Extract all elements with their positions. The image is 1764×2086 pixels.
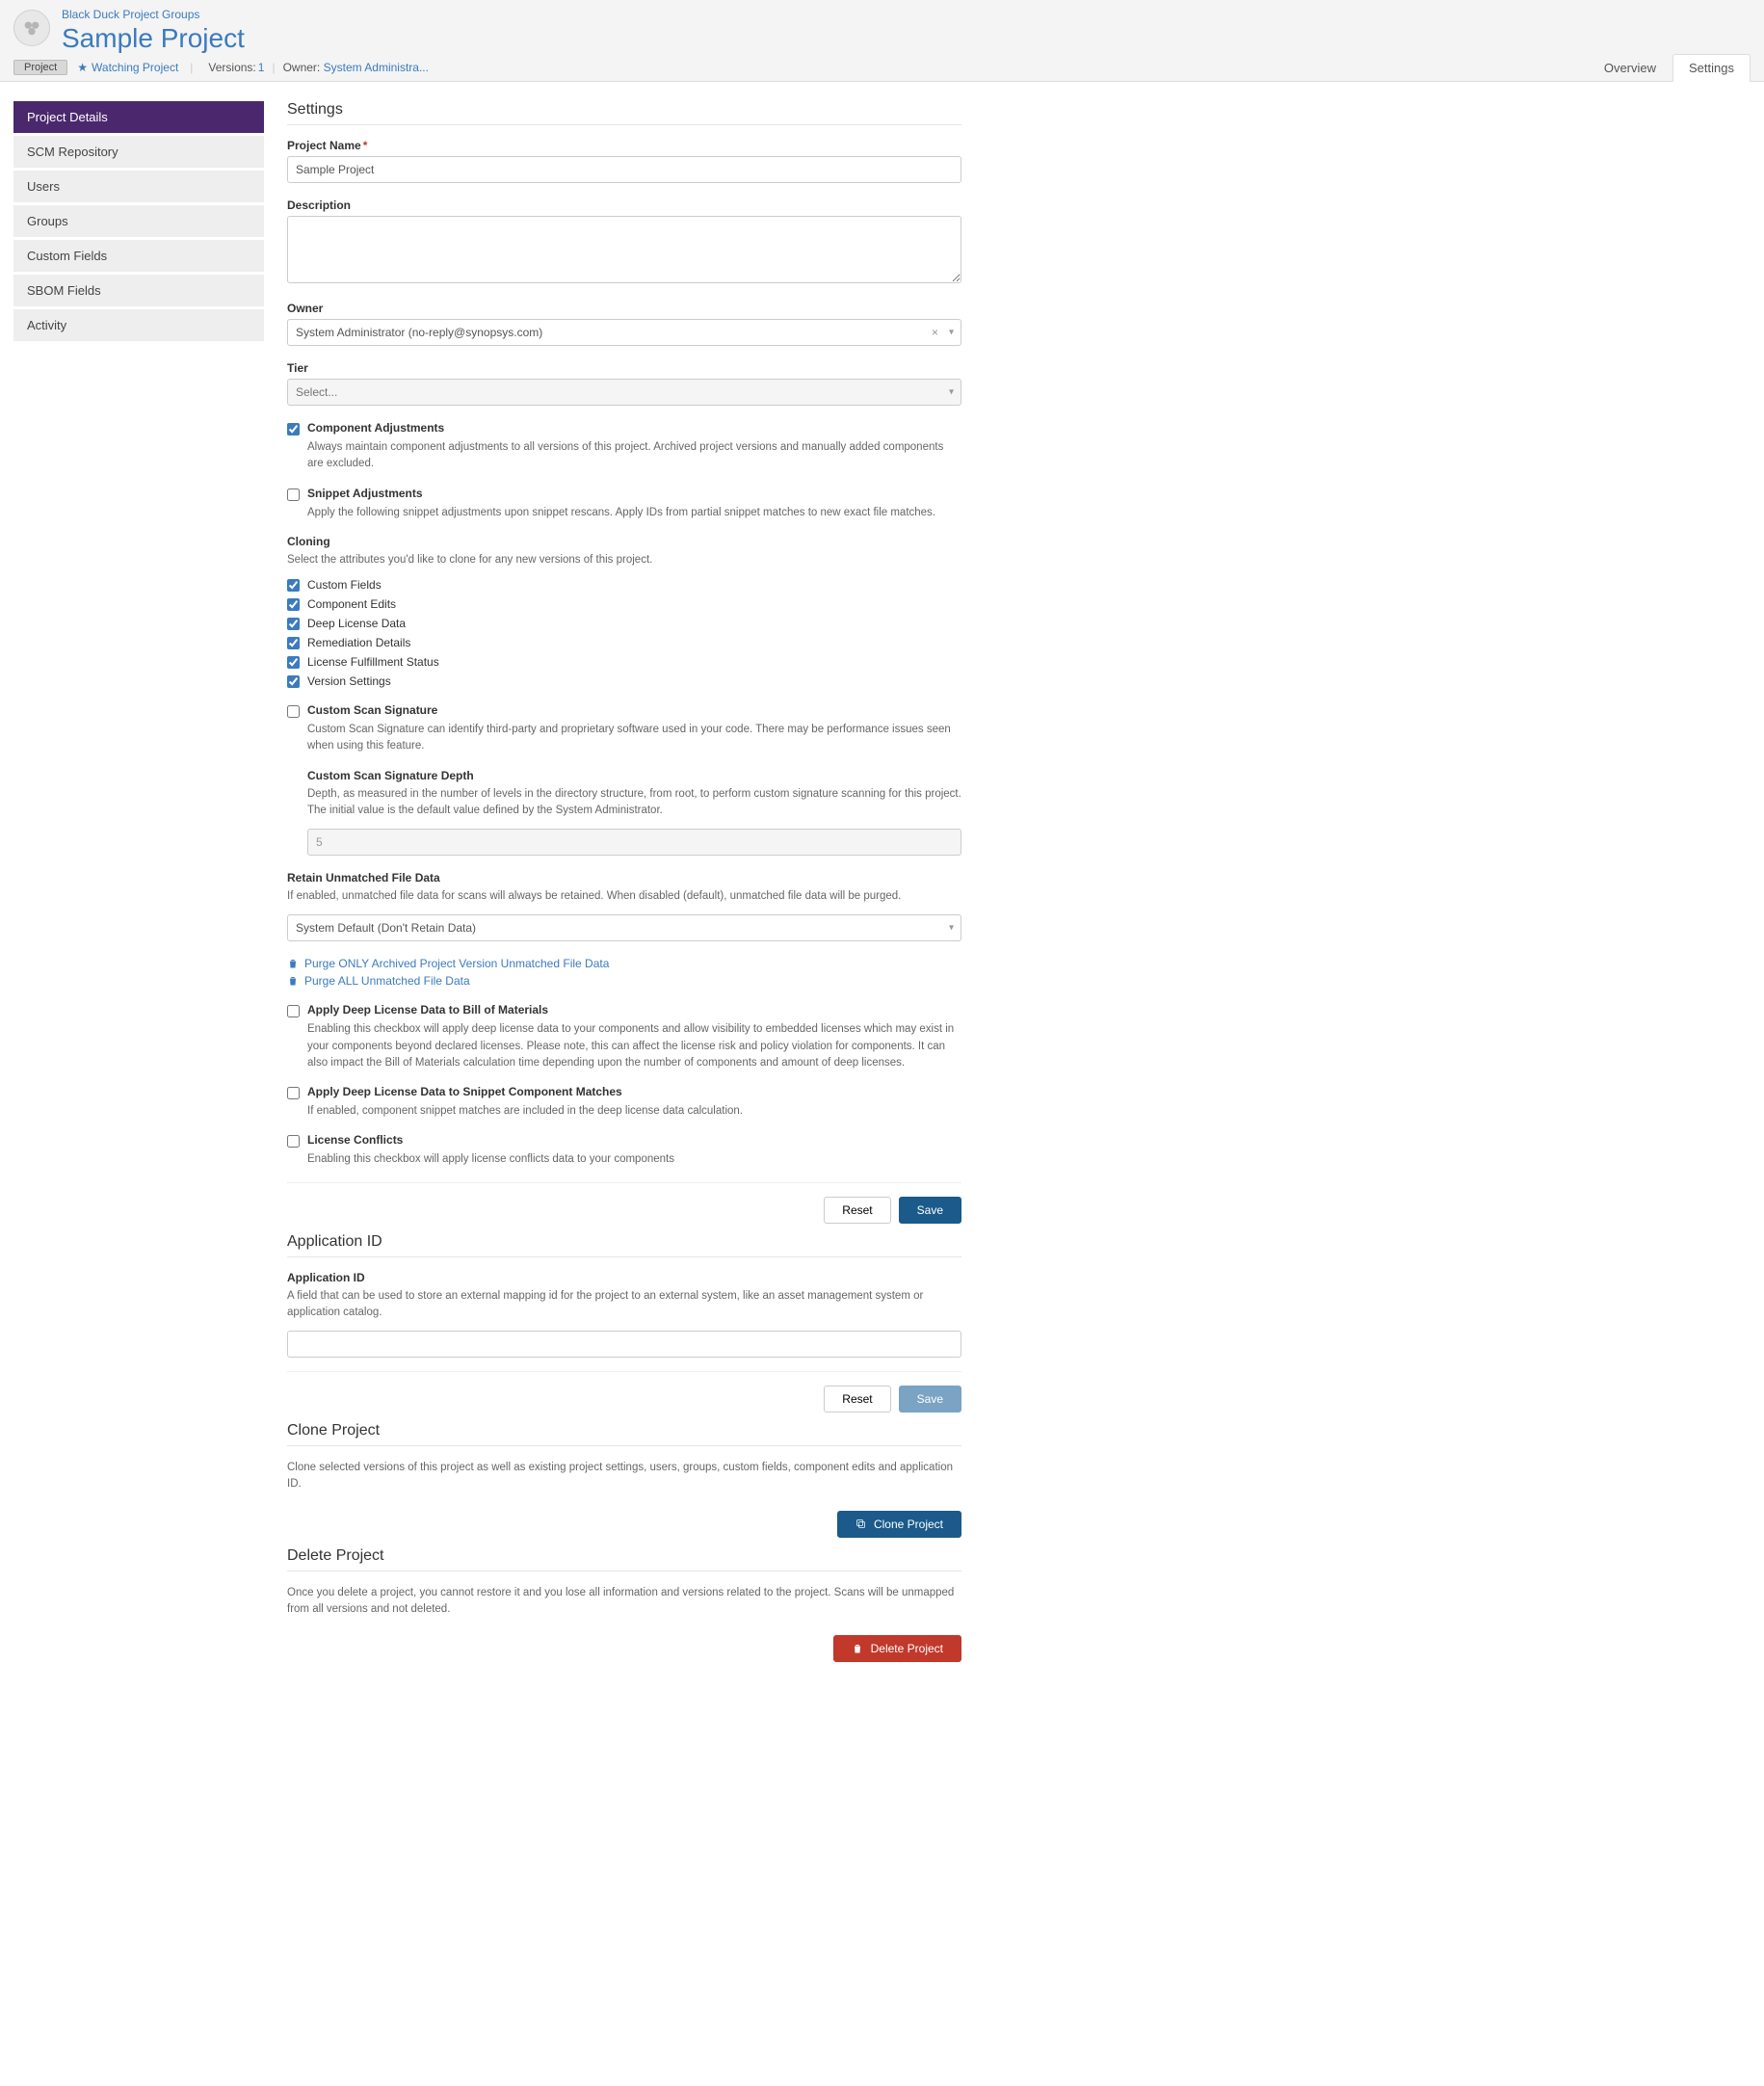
deep-license-bom-help: Enabling this checkbox will apply deep l…: [307, 1021, 961, 1071]
project-button[interactable]: Project: [13, 60, 67, 75]
clone-help: Clone selected versions of this project …: [287, 1460, 961, 1493]
header-bar: Black Duck Project Groups Sample Project…: [0, 0, 1764, 82]
sidebar-item-project-details[interactable]: Project Details: [13, 101, 264, 133]
owner-select[interactable]: [287, 319, 961, 346]
project-name-label: Project Name*: [287, 139, 961, 152]
watching-link[interactable]: Watching Project: [92, 61, 178, 74]
custom-scan-signature-help: Custom Scan Signature can identify third…: [307, 722, 961, 755]
custom-scan-signature-label: Custom Scan Signature: [307, 703, 437, 717]
retain-help: If enabled, unmatched file data for scan…: [287, 888, 961, 905]
retain-label: Retain Unmatched File Data: [287, 871, 961, 885]
description-label: Description: [287, 198, 961, 212]
cloning-help: Select the attributes you'd like to clon…: [287, 552, 961, 568]
sidebar-item-users[interactable]: Users: [13, 171, 264, 202]
owner-field-label: Owner: [287, 302, 961, 315]
side-nav: Project Details SCM Repository Users Gro…: [13, 101, 264, 1662]
owner-label: Owner:: [283, 61, 324, 74]
scan-depth-help: Depth, as measured in the number of leve…: [307, 786, 961, 820]
breadcrumb: Black Duck Project Groups: [62, 8, 1751, 21]
clone-opt-label: Custom Fields: [307, 578, 382, 592]
purge-all-link[interactable]: Purge ALL Unmatched File Data: [287, 974, 961, 988]
tab-settings[interactable]: Settings: [1672, 54, 1751, 82]
deep-license-snippet-help: If enabled, component snippet matches ar…: [307, 1103, 961, 1120]
app-id-input[interactable]: [287, 1331, 961, 1358]
delete-help: Once you delete a project, you cannot re…: [287, 1585, 961, 1619]
sidebar-item-custom-fields[interactable]: Custom Fields: [13, 240, 264, 272]
clone-custom-fields-checkbox[interactable]: [287, 579, 300, 592]
section-app-id-heading: Application ID: [287, 1233, 961, 1257]
deep-license-bom-label: Apply Deep License Data to Bill of Mater…: [307, 1003, 548, 1017]
deep-license-snippet-label: Apply Deep License Data to Snippet Compo…: [307, 1085, 622, 1098]
tier-select[interactable]: [287, 379, 961, 406]
section-delete-heading: Delete Project: [287, 1547, 961, 1571]
logo-icon: [13, 10, 50, 46]
clear-icon[interactable]: ×: [932, 326, 938, 339]
retain-select[interactable]: [287, 914, 961, 941]
clone-opt-label: License Fulfillment Status: [307, 655, 439, 669]
tier-label: Tier: [287, 361, 961, 375]
owner-link[interactable]: System Administra...: [324, 61, 429, 74]
clone-deep-license-checkbox[interactable]: [287, 618, 300, 630]
clone-version-settings-checkbox[interactable]: [287, 675, 300, 688]
license-conflicts-label: License Conflicts: [307, 1133, 403, 1147]
clone-project-button[interactable]: Clone Project: [837, 1511, 961, 1538]
snippet-adjustments-checkbox[interactable]: [287, 488, 300, 501]
purge-archived-link[interactable]: Purge ONLY Archived Project Version Unma…: [287, 957, 961, 970]
license-conflicts-help: Enabling this checkbox will apply licens…: [307, 1151, 961, 1168]
clone-opt-label: Deep License Data: [307, 617, 406, 630]
snippet-adjustments-label: Snippet Adjustments: [307, 487, 423, 500]
sidebar-item-scm-repository[interactable]: SCM Repository: [13, 136, 264, 168]
breadcrumb-link[interactable]: Black Duck Project Groups: [62, 8, 199, 21]
clone-opt-label: Version Settings: [307, 674, 391, 688]
settings-reset-button[interactable]: Reset: [824, 1197, 890, 1224]
component-adjustments-help: Always maintain component adjustments to…: [307, 439, 961, 473]
star-icon[interactable]: ★: [77, 61, 88, 74]
component-adjustments-checkbox[interactable]: [287, 423, 300, 436]
section-clone-heading: Clone Project: [287, 1422, 961, 1446]
app-id-save-button[interactable]: Save: [899, 1386, 961, 1413]
deep-license-bom-checkbox[interactable]: [287, 1005, 300, 1017]
component-adjustments-label: Component Adjustments: [307, 421, 444, 435]
snippet-adjustments-help: Apply the following snippet adjustments …: [307, 505, 961, 521]
custom-scan-signature-checkbox[interactable]: [287, 705, 300, 718]
page-title: Sample Project: [62, 23, 1751, 54]
clone-license-fulfillment-checkbox[interactable]: [287, 656, 300, 669]
sidebar-item-groups[interactable]: Groups: [13, 205, 264, 237]
sidebar-item-activity[interactable]: Activity: [13, 309, 264, 341]
tab-overview[interactable]: Overview: [1588, 54, 1672, 81]
section-settings-heading: Settings: [287, 101, 961, 125]
scan-depth-input[interactable]: [307, 829, 961, 856]
app-id-reset-button[interactable]: Reset: [824, 1386, 890, 1413]
clone-remediation-checkbox[interactable]: [287, 637, 300, 649]
deep-license-snippet-checkbox[interactable]: [287, 1087, 300, 1099]
versions-count[interactable]: 1: [258, 61, 265, 74]
clone-opt-label: Component Edits: [307, 597, 396, 611]
sidebar-item-sbom-fields[interactable]: SBOM Fields: [13, 275, 264, 306]
description-textarea[interactable]: [287, 216, 961, 283]
clone-component-edits-checkbox[interactable]: [287, 598, 300, 611]
app-id-help: A field that can be used to store an ext…: [287, 1288, 961, 1322]
cloning-heading: Cloning: [287, 535, 961, 548]
settings-save-button[interactable]: Save: [899, 1197, 961, 1224]
scan-depth-label: Custom Scan Signature Depth: [307, 769, 961, 782]
versions-label: Versions:: [208, 61, 255, 74]
clone-opt-label: Remediation Details: [307, 636, 410, 649]
license-conflicts-checkbox[interactable]: [287, 1135, 300, 1148]
delete-project-button[interactable]: Delete Project: [833, 1635, 961, 1662]
project-name-input[interactable]: [287, 156, 961, 183]
app-id-label: Application ID: [287, 1271, 961, 1284]
